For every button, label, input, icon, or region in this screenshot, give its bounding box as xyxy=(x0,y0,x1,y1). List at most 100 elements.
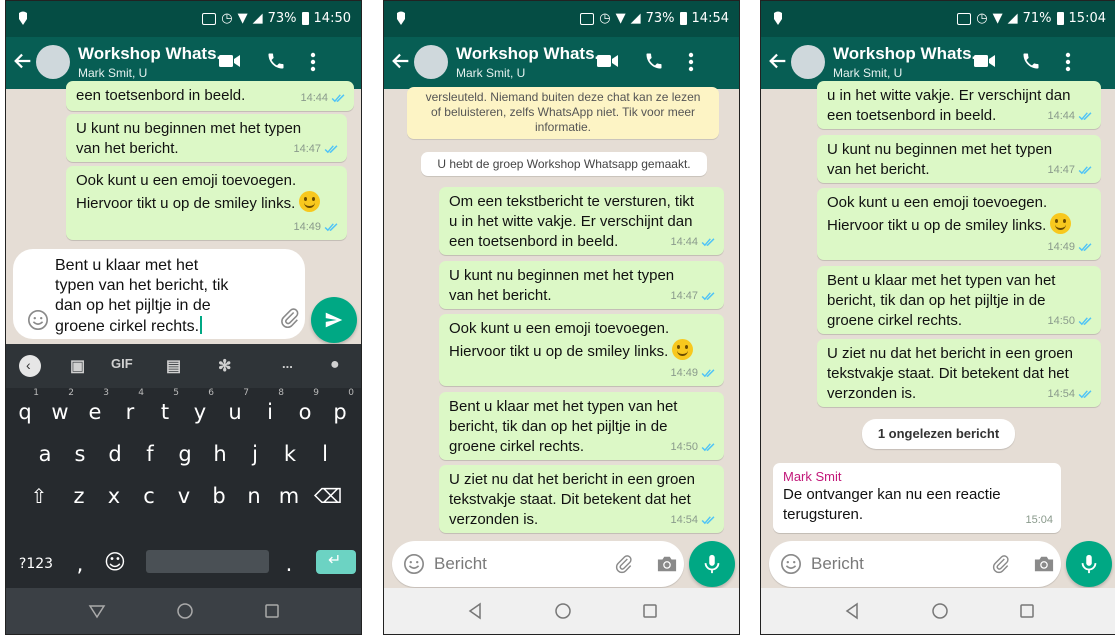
key-o[interactable]: o9 xyxy=(288,388,322,432)
key-c[interactable]: c xyxy=(132,476,166,516)
key-e[interactable]: e3 xyxy=(78,388,112,432)
voice-message-button[interactable] xyxy=(689,541,735,587)
send-button[interactable] xyxy=(311,297,357,343)
settings-gear-icon[interactable]: ✻ xyxy=(218,356,231,376)
key-g[interactable]: g xyxy=(168,434,202,474)
voice-message-button[interactable] xyxy=(1066,541,1112,587)
emoji-icon[interactable] xyxy=(780,553,802,575)
nav-recents-icon[interactable] xyxy=(263,602,281,620)
key-q[interactable]: q1 xyxy=(8,388,42,432)
outgoing-message[interactable]: een toetsenbord in beeld. 14:44 xyxy=(66,81,354,111)
message-input-placeholder[interactable]: Bericht xyxy=(811,554,864,574)
key-b[interactable]: b xyxy=(202,476,236,516)
chat-participants[interactable]: Mark Smit, U xyxy=(456,66,525,80)
chat-title[interactable]: Workshop Whats... xyxy=(833,44,986,64)
outgoing-message[interactable]: U kunt nu beginnen met het typen van het… xyxy=(817,135,1101,183)
shift-key[interactable]: ⇧ xyxy=(22,476,56,516)
group-avatar[interactable] xyxy=(791,45,825,79)
nav-home-icon[interactable] xyxy=(176,602,194,620)
compose-text[interactable]: Bent u klaar met het typen van het beric… xyxy=(55,256,265,337)
key-k[interactable]: k xyxy=(273,434,307,474)
encryption-notice[interactable]: versleuteld. Niemand buiten deze chat ka… xyxy=(407,87,719,139)
nav-home-icon[interactable] xyxy=(554,602,572,620)
backspace-key[interactable]: ⌫ xyxy=(311,476,345,516)
key-h[interactable]: h xyxy=(203,434,237,474)
video-call-icon[interactable] xyxy=(597,53,619,69)
chat-participants[interactable]: Mark Smit, U xyxy=(78,66,147,80)
nav-back-icon[interactable] xyxy=(843,602,861,620)
keyboard-mic-icon[interactable]: ● xyxy=(330,356,340,376)
key-x[interactable]: x xyxy=(97,476,131,516)
key-v[interactable]: v xyxy=(167,476,201,516)
nav-recents-icon[interactable] xyxy=(641,602,659,620)
outgoing-message[interactable]: U kunt nu beginnen met het typen van het… xyxy=(66,114,347,162)
nav-home-icon[interactable] xyxy=(931,602,949,620)
key-i[interactable]: i8 xyxy=(253,388,287,432)
symbols-key[interactable]: ?123 xyxy=(10,544,62,584)
video-call-icon[interactable] xyxy=(974,53,996,69)
key-j[interactable]: j xyxy=(238,434,272,474)
keyboard-emoji-icon[interactable]: ☺ xyxy=(98,542,132,582)
key-f[interactable]: f xyxy=(133,434,167,474)
camera-icon[interactable] xyxy=(656,554,678,574)
key-z[interactable]: z xyxy=(62,476,96,516)
attach-icon[interactable] xyxy=(614,554,634,574)
key-y[interactable]: y6 xyxy=(183,388,217,432)
period-key[interactable]: . xyxy=(272,544,306,584)
group-avatar[interactable] xyxy=(414,45,448,79)
message-input-bar[interactable]: Bericht xyxy=(392,541,684,587)
more-options-icon[interactable] xyxy=(1065,52,1071,72)
message-input-bar[interactable]: Bericht xyxy=(769,541,1061,587)
outgoing-message[interactable]: u in het witte vakje. Er verschijnt dan … xyxy=(817,81,1101,129)
back-arrow-icon[interactable] xyxy=(12,50,34,72)
attach-icon[interactable] xyxy=(991,554,1011,574)
more-keyboard-options[interactable]: ... xyxy=(282,356,293,376)
key-w[interactable]: w2 xyxy=(43,388,77,432)
outgoing-message[interactable]: Bent u klaar met het typen van het beric… xyxy=(439,392,724,460)
outgoing-message[interactable]: Ook kunt u een emoji toevoegen. Hiervoor… xyxy=(817,188,1101,260)
camera-icon[interactable] xyxy=(1033,554,1055,574)
key-m[interactable]: m xyxy=(272,476,306,516)
outgoing-message[interactable]: Ook kunt u een emoji toevoegen. Hiervoor… xyxy=(66,166,347,240)
keyboard-collapse-icon[interactable]: ‹ xyxy=(19,355,41,377)
key-t[interactable]: t5 xyxy=(148,388,182,432)
emoji-icon[interactable] xyxy=(27,309,49,331)
outgoing-message[interactable]: U ziet nu dat het bericht in een groen t… xyxy=(439,465,724,533)
comma-key[interactable]: , xyxy=(63,544,97,584)
emoji-icon[interactable] xyxy=(403,553,425,575)
back-arrow-icon[interactable] xyxy=(767,50,789,72)
key-u[interactable]: u7 xyxy=(218,388,252,432)
voice-call-icon[interactable] xyxy=(644,51,664,71)
nav-back-icon[interactable] xyxy=(88,602,106,620)
key-n[interactable]: n xyxy=(237,476,271,516)
key-r[interactable]: r4 xyxy=(113,388,147,432)
gif-button[interactable]: GIF xyxy=(111,356,133,376)
nav-back-icon[interactable] xyxy=(466,602,484,620)
voice-call-icon[interactable] xyxy=(266,51,286,71)
voice-call-icon[interactable] xyxy=(1021,51,1041,71)
outgoing-message[interactable]: U kunt nu beginnen met het typen van het… xyxy=(439,261,724,309)
chat-participants[interactable]: Mark Smit, U xyxy=(833,66,902,80)
outgoing-message[interactable]: Bent u klaar met het typen van het beric… xyxy=(817,266,1101,334)
group-avatar[interactable] xyxy=(36,45,70,79)
message-compose-field[interactable]: Bent u klaar met het typen van het beric… xyxy=(13,249,305,339)
space-key[interactable] xyxy=(146,550,269,573)
enter-key[interactable]: ↵ xyxy=(316,550,356,574)
video-call-icon[interactable] xyxy=(219,53,241,69)
chat-title[interactable]: Workshop Whats... xyxy=(78,44,231,64)
attach-icon[interactable] xyxy=(279,307,301,329)
clipboard-icon[interactable]: ▤ xyxy=(166,356,181,376)
outgoing-message[interactable]: U ziet nu dat het bericht in een groen t… xyxy=(817,339,1101,407)
key-l[interactable]: l xyxy=(308,434,342,474)
back-arrow-icon[interactable] xyxy=(390,50,412,72)
more-options-icon[interactable] xyxy=(688,52,694,72)
more-options-icon[interactable] xyxy=(310,52,316,72)
outgoing-message[interactable]: Ook kunt u een emoji toevoegen. Hiervoor… xyxy=(439,314,724,386)
message-input-placeholder[interactable]: Bericht xyxy=(434,554,487,574)
key-d[interactable]: d xyxy=(98,434,132,474)
key-a[interactable]: a xyxy=(28,434,62,474)
incoming-message[interactable]: Mark Smit De ontvanger kan nu een reacti… xyxy=(773,463,1061,533)
key-p[interactable]: p0 xyxy=(323,388,357,432)
key-s[interactable]: s xyxy=(63,434,97,474)
sticker-icon[interactable]: ▣ xyxy=(70,356,85,376)
